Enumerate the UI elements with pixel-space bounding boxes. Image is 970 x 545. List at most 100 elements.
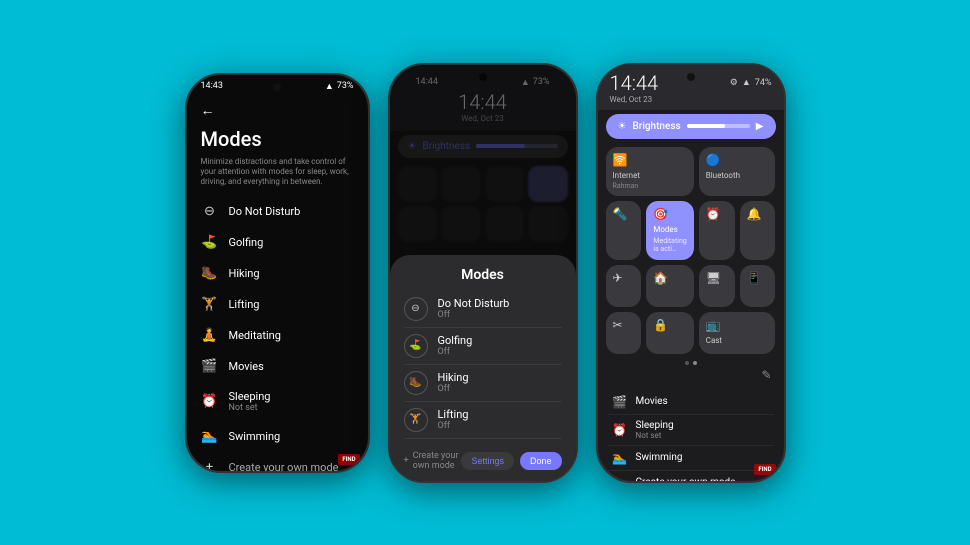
cast-icon: 📺 bbox=[706, 318, 721, 332]
create-text: Create your own mode bbox=[413, 451, 462, 471]
modal-title: Modes bbox=[404, 267, 562, 283]
phone-2-screen: 14:44 ▲ 73% 14:44 Wed, Oct 23 ☀ Brightne… bbox=[390, 65, 576, 481]
modal-lifting-name: Lifting bbox=[438, 408, 469, 421]
qs3-brightness-right-icon: ▶ bbox=[756, 121, 764, 132]
tile-alarm[interactable]: ⏰ bbox=[699, 201, 735, 259]
tile-modes[interactable]: 🎯 Modes Meditating is acti… bbox=[646, 201, 693, 259]
extra-icon: 🔔 bbox=[747, 207, 762, 221]
modal-lifting-icon: 🏋 bbox=[404, 408, 428, 432]
tile-airplane[interactable]: ✈ bbox=[606, 265, 642, 307]
qs3-swimming-icon: 🏊 bbox=[612, 451, 628, 465]
golfing-icon: ⛳ bbox=[201, 235, 219, 250]
modal-hiking-name: Hiking bbox=[438, 371, 469, 384]
mode-item-swimming[interactable]: 🏊 Swimming bbox=[187, 421, 368, 452]
qs3-mode-sleeping[interactable]: ⏰ Sleeping Not set bbox=[608, 415, 774, 446]
mode-item-movies[interactable]: 🎬 Movies bbox=[187, 351, 368, 382]
qs3-status-icons: ⚙ ▲ 74% bbox=[730, 77, 772, 88]
modal-done-button[interactable]: Done bbox=[520, 452, 562, 470]
internet-sub: Rahman bbox=[613, 182, 639, 190]
dnd-label: Do Not Disturb bbox=[229, 205, 301, 218]
modal-dnd-name: Do Not Disturb bbox=[438, 297, 510, 310]
tile-bluetooth[interactable]: 🔵 Bluetooth bbox=[699, 147, 776, 197]
modal-lifting-stack: Lifting Off bbox=[438, 408, 469, 431]
qs3-swimming-label: Swimming bbox=[636, 452, 683, 463]
watermark-1: FIND bbox=[338, 454, 359, 465]
back-button[interactable]: ← bbox=[187, 94, 368, 123]
tile-screen[interactable]: 🖥 bbox=[699, 265, 735, 307]
tile-rotate[interactable]: 📱 bbox=[740, 265, 776, 307]
phone-1: 14:43 ▲ 73% ← Modes Minimize distraction… bbox=[185, 73, 370, 473]
modes-sub-3: Meditating is acti… bbox=[653, 237, 686, 254]
mode-item-golfing[interactable]: ⛳ Golfing bbox=[187, 227, 368, 258]
qs3-mode-swimming[interactable]: 🏊 Swimming bbox=[608, 446, 774, 471]
hiking-icon: 🥾 bbox=[201, 266, 219, 281]
qs3-sleeping-icon: ⏰ bbox=[612, 423, 628, 437]
movies-icon: 🎬 bbox=[201, 359, 219, 374]
mode-item-meditating[interactable]: 🧘 Meditating bbox=[187, 320, 368, 351]
qs3-tile-grid: 🛜 Internet Rahman 🔵 Bluetooth 🔦 🎯 Modes … bbox=[598, 143, 784, 358]
sleeping-icon: ⏰ bbox=[201, 394, 219, 409]
lock-icon: 🔒 bbox=[653, 318, 668, 332]
modal-overlay: Modes ⊖ Do Not Disturb Off ⛳ Golfing Off bbox=[390, 65, 576, 481]
rotate-icon: 📱 bbox=[747, 271, 762, 285]
camera-dot-1 bbox=[273, 83, 281, 91]
modal-lifting-status: Off bbox=[438, 421, 469, 431]
meditating-icon: 🧘 bbox=[201, 328, 219, 343]
modal-mode-dnd[interactable]: ⊖ Do Not Disturb Off bbox=[404, 291, 562, 328]
wifi-icon-1: ▲ bbox=[325, 81, 334, 92]
modal-settings-button[interactable]: Settings bbox=[461, 452, 514, 470]
qs3-movies-label: Movies bbox=[636, 396, 668, 407]
movies-label: Movies bbox=[229, 360, 264, 373]
modes-icon-3: 🎯 bbox=[653, 207, 668, 221]
battery-1: 73% bbox=[337, 81, 354, 91]
modal-mode-golfing[interactable]: ⛳ Golfing Off bbox=[404, 328, 562, 365]
qs3-brightness-icon: ☀ bbox=[618, 121, 627, 132]
cast-label: Cast bbox=[706, 336, 722, 346]
modal-mode-hiking[interactable]: 🥾 Hiking Off bbox=[404, 365, 562, 402]
internet-icon: 🛜 bbox=[613, 153, 628, 167]
tile-home[interactable]: 🏠 bbox=[646, 265, 693, 307]
golfing-label: Golfing bbox=[229, 236, 264, 249]
page-title: Modes bbox=[187, 123, 368, 155]
qs3-sleeping-label: Sleeping bbox=[636, 420, 674, 431]
qs3-brightness-bar[interactable]: ☀ Brightness ▶ bbox=[606, 114, 776, 139]
modal-mode-lifting[interactable]: 🏋 Lifting Off bbox=[404, 402, 562, 439]
qs3-date: Wed, Oct 23 bbox=[610, 95, 772, 104]
create-label: Create your own mode bbox=[229, 461, 339, 471]
modal-hiking-icon: 🥾 bbox=[404, 371, 428, 395]
modal-golfing-stack: Golfing Off bbox=[438, 334, 473, 357]
hiking-label: Hiking bbox=[229, 267, 260, 280]
tile-cast[interactable]: 📺 Cast bbox=[699, 312, 776, 354]
home-icon: 🏠 bbox=[653, 271, 668, 285]
mode-item-dnd[interactable]: ⊖ Do Not Disturb bbox=[187, 196, 368, 227]
tile-lock[interactable]: 🔒 bbox=[646, 312, 693, 354]
sleeping-sub: Not set bbox=[229, 403, 271, 413]
tile-internet[interactable]: 🛜 Internet Rahman bbox=[606, 147, 694, 197]
battery-3: 74% bbox=[755, 78, 772, 88]
edit-button[interactable]: ✎ bbox=[598, 368, 784, 384]
modal-golfing-icon: ⛳ bbox=[404, 334, 428, 358]
settings-icon-3: ⚙ bbox=[730, 78, 738, 88]
modal-golfing-status: Off bbox=[438, 347, 473, 357]
wifi-icon-3: ▲ bbox=[742, 77, 751, 88]
mode-item-sleeping[interactable]: ⏰ Sleeping Not set bbox=[187, 382, 368, 421]
qs3-create-label: Create your own mode bbox=[636, 477, 736, 480]
airplane-icon: ✈ bbox=[613, 271, 623, 285]
modal-create-btn[interactable]: + Create your own mode bbox=[404, 451, 462, 471]
qs3-create-icon: + bbox=[612, 476, 628, 481]
mode-item-lifting[interactable]: 🏋 Lifting bbox=[187, 289, 368, 320]
modal-footer: + Create your own mode Settings Done bbox=[404, 447, 562, 471]
alarm-icon: ⏰ bbox=[706, 207, 721, 221]
tile-extra[interactable]: 🔔 bbox=[740, 201, 776, 259]
qs3-mode-movies[interactable]: 🎬 Movies bbox=[608, 390, 774, 415]
mode-item-hiking[interactable]: 🥾 Hiking bbox=[187, 258, 368, 289]
bluetooth-icon: 🔵 bbox=[706, 153, 721, 167]
tile-torch[interactable]: 🔦 bbox=[606, 201, 642, 259]
phone-1-screen: 14:43 ▲ 73% ← Modes Minimize distraction… bbox=[187, 75, 368, 471]
create-plus-icon: + bbox=[404, 456, 409, 466]
swimming-label: Swimming bbox=[229, 430, 281, 443]
modal-golfing-name: Golfing bbox=[438, 334, 473, 347]
screen-icon: 🖥 bbox=[706, 271, 721, 285]
tile-scissors[interactable]: ✂ bbox=[606, 312, 642, 354]
qs3-mode-create[interactable]: + Create your own mode bbox=[608, 471, 774, 481]
